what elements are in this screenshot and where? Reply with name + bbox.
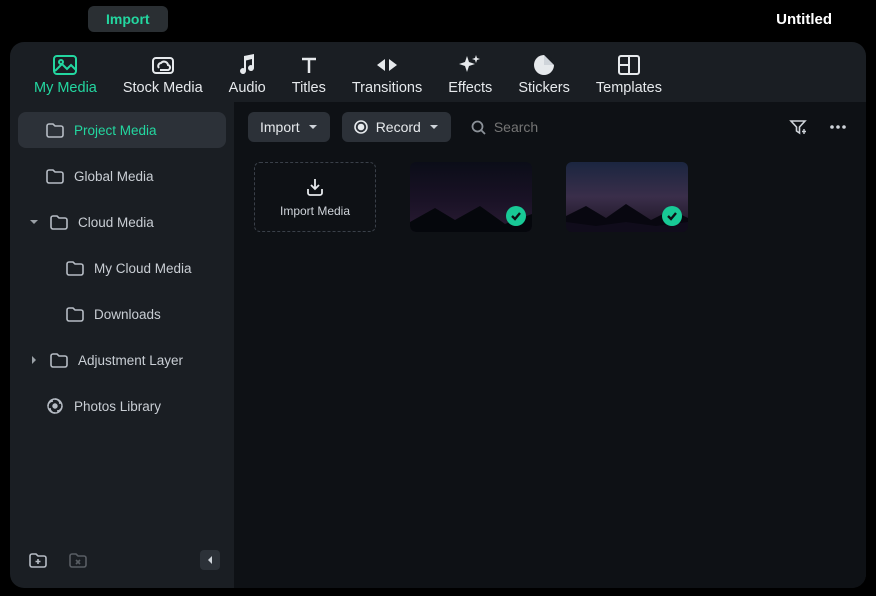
- record-icon: [354, 120, 368, 134]
- tab-titles[interactable]: Titles: [280, 50, 338, 102]
- import-dropdown[interactable]: Import: [248, 112, 330, 142]
- tab-label: Templates: [596, 80, 662, 96]
- media-thumbnail[interactable]: [410, 162, 532, 232]
- tab-stickers[interactable]: Stickers: [506, 50, 582, 102]
- button-label: Record: [376, 119, 421, 135]
- tab-label: Audio: [229, 80, 266, 96]
- text-icon: [299, 54, 319, 76]
- chevron-down-icon: [28, 216, 40, 228]
- sidebar-label: Photos Library: [74, 399, 161, 414]
- media-sidebar: Project Media Global Media Cloud Media M…: [10, 102, 234, 588]
- sidebar-item-cloud-media[interactable]: Cloud Media: [18, 204, 226, 240]
- tab-label: Stock Media: [123, 80, 203, 96]
- tab-stock-media[interactable]: Stock Media: [111, 50, 215, 102]
- collapse-sidebar-button[interactable]: [200, 550, 220, 570]
- chevron-down-icon: [308, 123, 318, 131]
- tab-transitions[interactable]: Transitions: [340, 50, 434, 102]
- tab-label: Transitions: [352, 80, 422, 96]
- sticker-icon: [533, 54, 555, 76]
- sidebar-label: Adjustment Layer: [78, 353, 183, 368]
- more-options-button[interactable]: [824, 113, 852, 141]
- search-input[interactable]: [494, 119, 614, 135]
- chevron-right-icon: [28, 354, 40, 366]
- button-label: Import: [260, 119, 300, 135]
- sidebar-item-adjustment-layer[interactable]: Adjustment Layer: [18, 342, 226, 378]
- category-tabs: My Media Stock Media Audio: [10, 42, 866, 102]
- cloud-media-icon: [151, 54, 175, 76]
- tab-label: My Media: [34, 80, 97, 96]
- sidebar-label: Project Media: [74, 123, 157, 138]
- filter-button[interactable]: [784, 113, 812, 141]
- search-field[interactable]: [463, 119, 622, 135]
- tab-label: Effects: [448, 80, 492, 96]
- delete-folder-button[interactable]: [64, 546, 92, 574]
- sidebar-item-my-cloud-media[interactable]: My Cloud Media: [18, 250, 226, 286]
- tab-label: Stickers: [518, 80, 570, 96]
- tab-templates[interactable]: Templates: [584, 50, 674, 102]
- tab-my-media[interactable]: My Media: [22, 50, 109, 102]
- new-folder-button[interactable]: [24, 546, 52, 574]
- templates-icon: [618, 54, 640, 76]
- sidebar-label: Downloads: [94, 307, 161, 322]
- project-title: Untitled: [776, 11, 832, 28]
- sidebar-item-project-media[interactable]: Project Media: [18, 112, 226, 148]
- sidebar-item-downloads[interactable]: Downloads: [18, 296, 226, 332]
- import-icon: [304, 176, 326, 198]
- sidebar-label: Global Media: [74, 169, 154, 184]
- import-media-tile[interactable]: Import Media: [254, 162, 376, 232]
- music-note-icon: [237, 54, 257, 76]
- chevron-down-icon: [429, 123, 439, 131]
- sidebar-item-global-media[interactable]: Global Media: [18, 158, 226, 194]
- tab-label: Titles: [292, 80, 326, 96]
- applied-check-icon: [662, 206, 682, 226]
- import-mode-tab[interactable]: Import: [88, 6, 168, 32]
- photos-library-icon: [46, 397, 64, 415]
- tab-audio[interactable]: Audio: [217, 50, 278, 102]
- search-icon: [471, 120, 486, 135]
- tile-label: Import Media: [280, 204, 350, 218]
- sparkle-icon: [459, 54, 481, 76]
- transitions-icon: [375, 54, 399, 76]
- sidebar-label: My Cloud Media: [94, 261, 192, 276]
- tab-effects[interactable]: Effects: [436, 50, 504, 102]
- applied-check-icon: [506, 206, 526, 226]
- image-icon: [53, 54, 77, 76]
- media-thumbnail[interactable]: [566, 162, 688, 232]
- sidebar-label: Cloud Media: [78, 215, 154, 230]
- record-dropdown[interactable]: Record: [342, 112, 451, 142]
- sidebar-item-photos-library[interactable]: Photos Library: [18, 388, 226, 424]
